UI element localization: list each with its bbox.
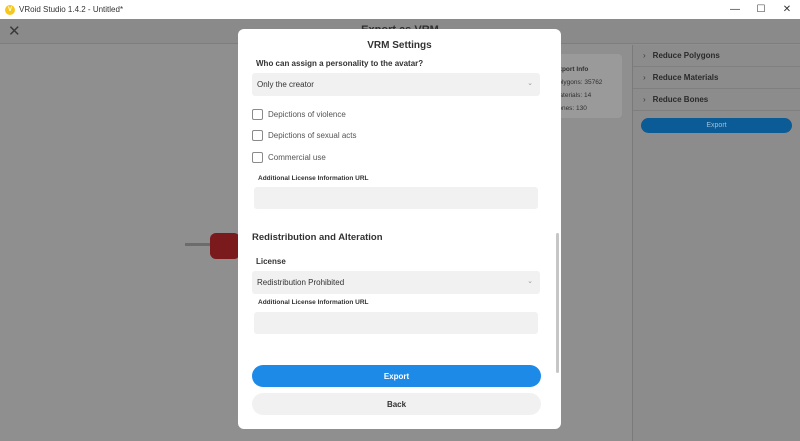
- commercial-use-checkbox[interactable]: [252, 152, 263, 163]
- chevron-down-icon: ⌄: [527, 278, 533, 285]
- sexual-acts-option[interactable]: Depictions of sexual acts: [252, 130, 357, 141]
- personality-select[interactable]: Only the creator ⌄: [252, 73, 540, 96]
- violence-label: Depictions of violence: [268, 110, 346, 119]
- license-select-value: Redistribution Prohibited: [257, 278, 345, 287]
- violence-option[interactable]: Depictions of violence: [252, 109, 346, 120]
- sexual-acts-label: Depictions of sexual acts: [268, 131, 357, 140]
- chevron-right-icon: ›: [643, 95, 646, 104]
- section-title: Redistribution and Alteration: [252, 232, 383, 243]
- dialog-title: VRM Settings: [367, 40, 432, 51]
- panel-export-button[interactable]: Export: [641, 118, 792, 133]
- reduce-materials-label: Reduce Materials: [652, 73, 719, 82]
- reduction-panel: › Reduce Polygons › Reduce Materials › R…: [632, 45, 800, 441]
- window-title: VRoid Studio 1.4.2 - Untitled*: [19, 5, 124, 14]
- reduce-materials-item[interactable]: › Reduce Materials: [633, 67, 800, 89]
- chevron-right-icon: ›: [643, 51, 646, 60]
- personality-select-value: Only the creator: [257, 80, 314, 89]
- window-close-button[interactable]: ✕: [774, 0, 800, 19]
- minimize-button[interactable]: —: [722, 0, 748, 19]
- scrollbar[interactable]: [556, 233, 559, 373]
- reduce-bones-label: Reduce Bones: [652, 95, 709, 104]
- commercial-use-label: Commercial use: [268, 153, 326, 162]
- model-part: [210, 233, 240, 259]
- reduce-polygons-label: Reduce Polygons: [652, 51, 720, 60]
- reduce-polygons-item[interactable]: › Reduce Polygons: [633, 45, 800, 67]
- license-label: License: [256, 257, 286, 266]
- additional-url-field-2[interactable]: [254, 312, 538, 334]
- maximize-button[interactable]: ☐: [748, 0, 774, 19]
- model-part-line: [185, 243, 213, 246]
- additional-url-label-2: Additional License Information URL: [258, 299, 369, 306]
- bone-count: Bones: 130: [554, 105, 587, 112]
- back-button[interactable]: Back: [252, 393, 541, 415]
- commercial-use-option[interactable]: Commercial use: [252, 152, 326, 163]
- license-select[interactable]: Redistribution Prohibited ⌄: [252, 271, 540, 294]
- material-count: Materials: 14: [554, 92, 592, 99]
- vroid-app-icon: V: [5, 4, 15, 15]
- violence-checkbox[interactable]: [252, 109, 263, 120]
- vrm-settings-dialog: VRM Settings Who can assign a personalit…: [238, 29, 561, 429]
- reduce-bones-item[interactable]: › Reduce Bones: [633, 89, 800, 111]
- export-button[interactable]: Export: [252, 365, 541, 387]
- additional-url-field[interactable]: [254, 187, 538, 209]
- export-info-heading: Export Info: [554, 66, 589, 73]
- personality-question: Who can assign a personality to the avat…: [256, 59, 424, 68]
- additional-url-label: Additional License Information URL: [258, 175, 369, 182]
- sexual-acts-checkbox[interactable]: [252, 130, 263, 141]
- polygon-count: Polygons: 35762: [554, 79, 603, 86]
- chevron-down-icon: ⌄: [527, 80, 533, 87]
- window-title-bar: V VRoid Studio 1.4.2 - Untitled* — ☐ ✕: [0, 0, 800, 19]
- chevron-right-icon: ›: [643, 73, 646, 82]
